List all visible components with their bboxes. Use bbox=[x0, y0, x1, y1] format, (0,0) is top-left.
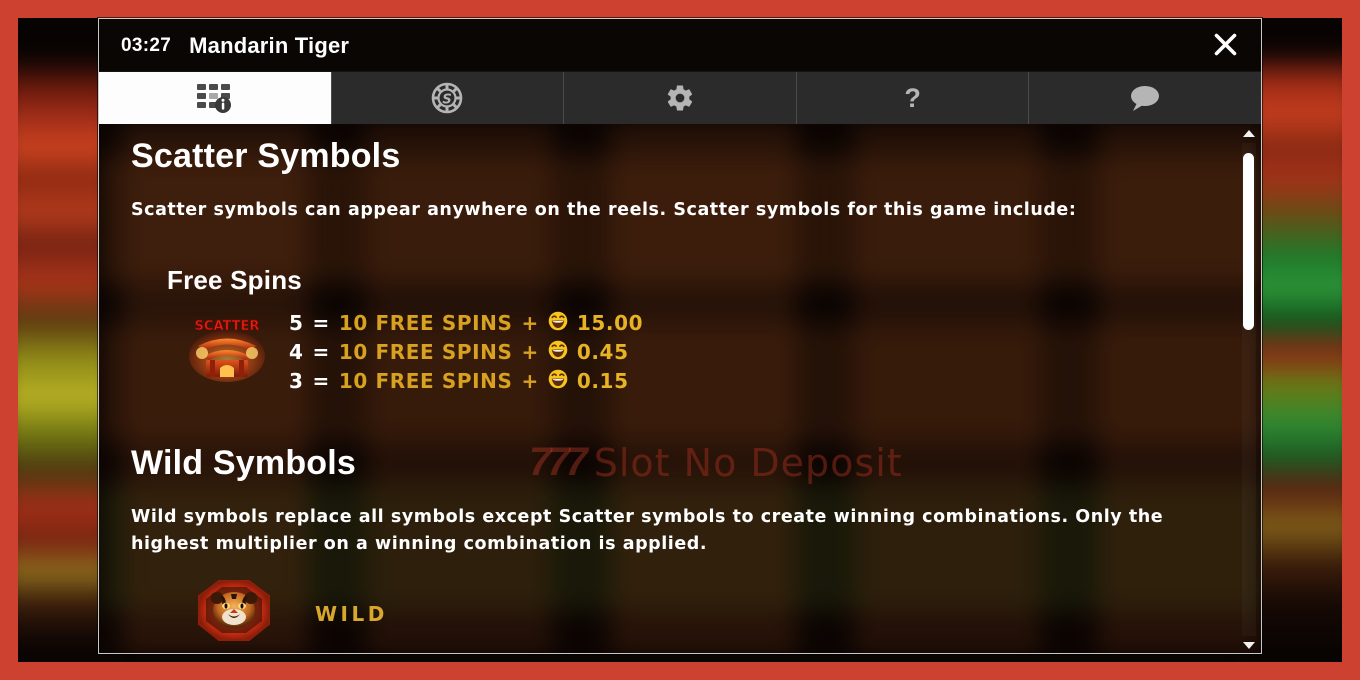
casino-chip-dollar-icon: S bbox=[431, 82, 463, 114]
close-button[interactable] bbox=[1203, 24, 1247, 68]
tab-chat[interactable] bbox=[1029, 72, 1261, 124]
payline-equals: = bbox=[312, 310, 330, 335]
grinning-face-icon bbox=[548, 340, 568, 364]
payline-row: 3 = 10 FREE SPINS + 0.15 bbox=[289, 368, 643, 395]
app-frame: 03:27 Mandarin Tiger S ? 777 Slot No Dep… bbox=[0, 0, 1360, 680]
grinning-face-icon bbox=[548, 369, 568, 393]
wild-label: WILD bbox=[315, 601, 388, 626]
scroll-down-arrow[interactable] bbox=[1243, 642, 1255, 649]
question-mark-icon: ? bbox=[904, 82, 921, 113]
payline-plus: + bbox=[521, 339, 539, 364]
payline-count: 4 bbox=[289, 339, 304, 364]
clock: 03:27 bbox=[121, 34, 172, 56]
close-icon bbox=[1212, 31, 1239, 61]
tab-paytable[interactable] bbox=[99, 72, 332, 124]
scatter-description: Scatter symbols can appear anywhere on t… bbox=[131, 200, 1077, 221]
payline-award: 10 FREE SPINS bbox=[338, 368, 513, 393]
payline-amount: 15.00 bbox=[576, 310, 644, 335]
payline-equals: = bbox=[312, 368, 330, 393]
payline-plus: + bbox=[521, 368, 539, 393]
payline-plus: + bbox=[521, 310, 539, 335]
chat-bubble-icon bbox=[1128, 84, 1162, 112]
payline-award: 10 FREE SPINS bbox=[338, 310, 513, 335]
paytable-content: 777 Slot No Deposit Scatter Symbols Scat… bbox=[99, 124, 1261, 653]
scrollbar-thumb[interactable] bbox=[1243, 152, 1254, 331]
wild-description: Wild symbols replace all symbols except … bbox=[131, 506, 1164, 555]
wild-tiger-symbol bbox=[193, 576, 275, 651]
paytable-info-icon bbox=[196, 82, 234, 114]
payline-count: 3 bbox=[289, 368, 304, 393]
scatter-symbol-block: SCATTER 5 = 10 FREE SPINS + 15.00 4 = 10… bbox=[187, 310, 1221, 395]
scrollbar-track[interactable] bbox=[1242, 143, 1256, 636]
payline-award: 10 FREE SPINS bbox=[338, 339, 513, 364]
grinning-face-icon bbox=[548, 311, 568, 335]
payline-row: 5 = 10 FREE SPINS + 15.00 bbox=[289, 310, 643, 337]
scatter-section-title: Scatter Symbols bbox=[131, 137, 401, 175]
payline-amount: 0.15 bbox=[576, 368, 629, 393]
tab-settings[interactable] bbox=[564, 72, 797, 124]
payline-count: 5 bbox=[289, 310, 304, 335]
scroll-up-arrow[interactable] bbox=[1243, 130, 1255, 137]
payline-amount: 0.45 bbox=[576, 339, 629, 364]
svg-text:S: S bbox=[443, 93, 452, 108]
dialog-titlebar: 03:27 Mandarin Tiger bbox=[99, 19, 1261, 72]
gear-icon bbox=[665, 83, 695, 113]
tab-bar: S ? bbox=[99, 72, 1261, 124]
payline-equals: = bbox=[312, 339, 330, 364]
svg-text:SCATTER: SCATTER bbox=[195, 319, 260, 334]
content-scrollbar[interactable] bbox=[1241, 130, 1257, 649]
game-title: Mandarin Tiger bbox=[189, 32, 350, 58]
tab-help[interactable]: ? bbox=[796, 72, 1030, 124]
tab-bet[interactable]: S bbox=[331, 72, 565, 124]
scatter-temple-symbol: SCATTER bbox=[187, 314, 267, 391]
scroll-content: Scatter Symbols Scatter symbols can appe… bbox=[131, 137, 1221, 651]
paytable-dialog: 03:27 Mandarin Tiger S ? 777 Slot No Dep… bbox=[98, 18, 1262, 654]
scatter-paylines: 5 = 10 FREE SPINS + 15.00 4 = 10 FREE SP… bbox=[289, 310, 643, 395]
wild-symbol-block: WILD bbox=[193, 576, 1221, 651]
free-spins-title: Free Spins bbox=[167, 264, 302, 295]
payline-row: 4 = 10 FREE SPINS + 0.45 bbox=[289, 339, 643, 366]
wild-section-title: Wild Symbols bbox=[131, 443, 357, 482]
